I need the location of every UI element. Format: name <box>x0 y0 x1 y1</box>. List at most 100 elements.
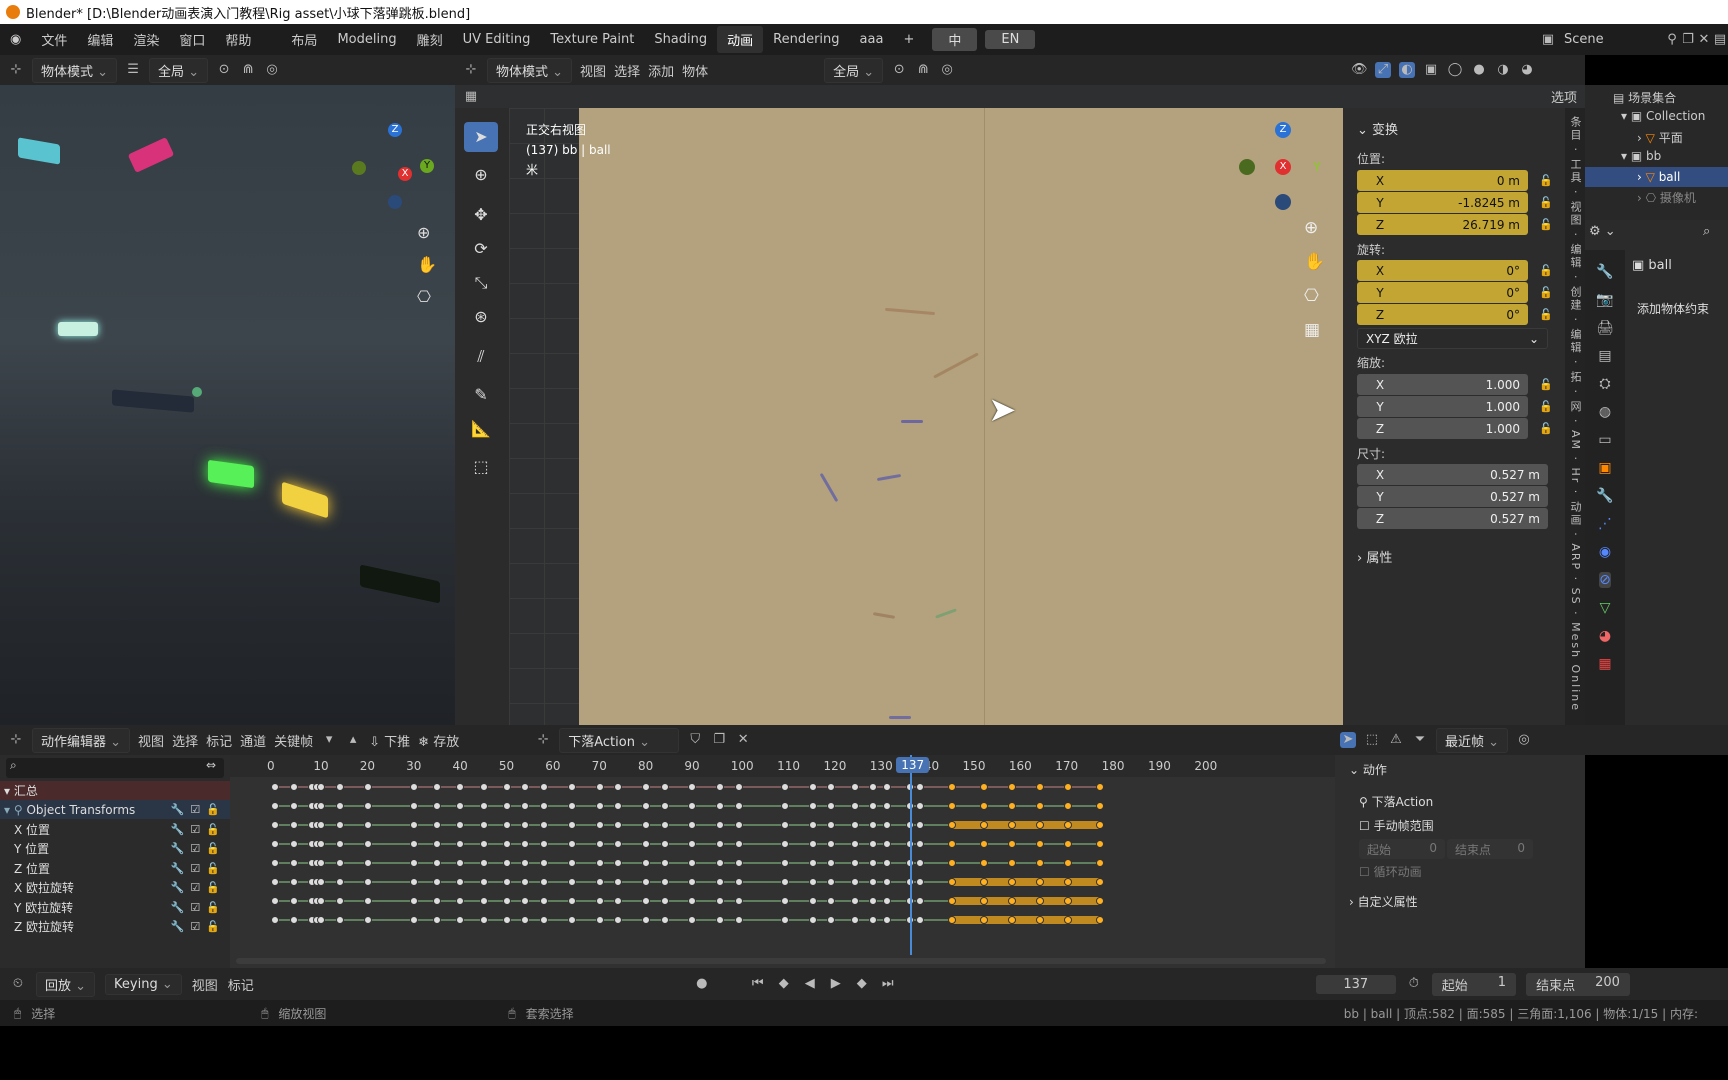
keyframe[interactable] <box>410 878 419 886</box>
keyframe[interactable] <box>521 802 530 810</box>
keyframe[interactable] <box>502 821 511 829</box>
keyframe[interactable] <box>869 859 878 867</box>
zoom-icon[interactable]: ⊕ <box>1304 218 1318 238</box>
camera-view-icon[interactable]: ⎔ <box>417 287 431 306</box>
keyframe[interactable] <box>915 859 924 867</box>
keyframe[interactable] <box>456 878 465 886</box>
lock-icon[interactable]: 🔓 <box>206 823 220 836</box>
keyframe[interactable] <box>410 859 419 867</box>
stash-button[interactable]: ❄ 存放 <box>418 731 459 750</box>
main-menu-add[interactable]: 添加 <box>648 61 674 80</box>
add-cube-tool-icon[interactable]: ⬚ <box>464 452 498 482</box>
only-selected-icon[interactable]: ➤ <box>1339 732 1356 748</box>
wrench-icon[interactable]: 🔧 <box>171 862 185 875</box>
keyframe[interactable] <box>433 821 442 829</box>
material-shading-icon[interactable]: ◑ <box>1495 62 1511 78</box>
keyframe[interactable] <box>595 840 604 848</box>
keyframe[interactable] <box>980 840 989 848</box>
tab-mesh-online[interactable]: Mesh Online <box>1569 622 1582 712</box>
lock-icon[interactable]: 🔓 <box>1539 286 1553 299</box>
keyframe[interactable] <box>688 783 697 791</box>
pin-icon[interactable]: ⚲ <box>1664 32 1680 48</box>
main-menu-view[interactable]: 视图 <box>580 61 606 80</box>
lang-zh-button[interactable]: 中 <box>932 28 978 51</box>
camera-view-icon[interactable]: ⎔ <box>1304 286 1319 306</box>
scale-y-field[interactable]: Y 1.000 <box>1357 396 1528 417</box>
dopesheet-mode-dropdown[interactable]: 动作编辑器 <box>32 727 131 753</box>
keyframe[interactable] <box>335 821 344 829</box>
pan-hand-icon[interactable]: ✋ <box>417 255 437 274</box>
keyframe[interactable] <box>808 916 817 924</box>
keyframe[interactable] <box>1036 840 1045 848</box>
playback-menu[interactable]: 回放 <box>36 971 96 997</box>
outliner-root[interactable]: ▤ 场景集合 <box>1613 89 1676 106</box>
keyframe[interactable] <box>539 878 548 886</box>
jump-end-icon[interactable]: ⏭ <box>880 976 896 992</box>
properties-editor-type-icon[interactable]: ⚙ ⌄ <box>1589 224 1616 239</box>
filter-icon[interactable]: ⏷ <box>1412 732 1428 748</box>
outliner-item-camera[interactable]: › ⎔ 摄像机 <box>1637 189 1696 206</box>
keyframe[interactable] <box>688 802 697 810</box>
gizmo-y-axis[interactable]: Y <box>1309 159 1325 175</box>
rotation-z-field[interactable]: Z 0° <box>1357 304 1528 325</box>
action-name-field[interactable]: 下落Action <box>559 727 680 753</box>
keyframe[interactable] <box>915 783 924 791</box>
transform-header[interactable]: ⌄ 变换 <box>1357 119 1398 138</box>
keyframe[interactable] <box>433 859 442 867</box>
view-layer-icon[interactable]: ▤ <box>1712 32 1728 48</box>
keyframe[interactable] <box>1063 783 1072 791</box>
keyframe[interactable] <box>641 916 650 924</box>
keyframe[interactable] <box>335 783 344 791</box>
main-3d-viewport[interactable]: 正交右视图 (137) bb | ball 米 ➤ Z X Y ⊕ ✋ ⎔ ▦ <box>509 108 1343 725</box>
tab-shading[interactable]: Shading <box>644 28 717 51</box>
outliner-item-bb[interactable]: ▾ ▣ bb <box>1621 149 1661 163</box>
transform-tool-icon[interactable]: ⊛ <box>464 302 498 332</box>
keyframe[interactable] <box>502 859 511 867</box>
menu-window[interactable]: 窗口 <box>169 30 215 49</box>
keyframe[interactable] <box>521 859 530 867</box>
tab-aaa[interactable]: aaa <box>850 28 894 51</box>
keyframe[interactable] <box>641 897 650 905</box>
keyframe[interactable] <box>948 783 956 791</box>
tab-tool[interactable]: 工具 <box>1569 159 1582 185</box>
keyframe[interactable] <box>456 783 465 791</box>
keyframe[interactable] <box>479 783 488 791</box>
keyframe[interactable] <box>317 916 326 924</box>
keyframe[interactable] <box>1008 840 1017 848</box>
keyframe[interactable] <box>456 802 465 810</box>
scale-tool-icon[interactable]: ⤡ <box>464 268 498 298</box>
keyframe[interactable] <box>363 802 372 810</box>
keyframe[interactable] <box>317 840 326 848</box>
keyframe[interactable] <box>539 783 548 791</box>
keyframe[interactable] <box>980 783 989 791</box>
keyframe[interactable] <box>869 802 878 810</box>
keyframe[interactable] <box>317 802 326 810</box>
keyframe[interactable] <box>614 783 623 791</box>
keyframe[interactable] <box>1063 840 1072 848</box>
keyframe[interactable] <box>567 916 576 924</box>
lock-icon[interactable]: 🔓 <box>1539 400 1553 413</box>
keyframe[interactable] <box>915 916 924 924</box>
channel-x-location[interactable]: X 位置 🔧 ☑ 🔓 <box>0 820 230 839</box>
keyframe[interactable] <box>614 878 623 886</box>
keyframe[interactable] <box>363 878 372 886</box>
keyframe[interactable] <box>869 783 878 791</box>
blender-menu-icon[interactable]: ◉ <box>0 32 31 47</box>
keyframe[interactable] <box>539 916 548 924</box>
play-icon[interactable]: ▶ <box>828 976 844 992</box>
keyframe[interactable] <box>271 802 279 810</box>
keyframe[interactable] <box>808 859 817 867</box>
keyframe[interactable] <box>410 802 419 810</box>
keyframe[interactable] <box>980 802 989 810</box>
keyframe[interactable] <box>781 802 790 810</box>
scene-tab-icon[interactable]: ⛭ <box>1599 376 1610 392</box>
keyframe[interactable] <box>948 821 956 829</box>
keyframe[interactable] <box>289 783 298 791</box>
gizmo-neg-y[interactable] <box>352 161 366 175</box>
texture-tab-icon[interactable]: ▦ <box>1598 656 1611 672</box>
keyframe[interactable] <box>479 916 488 924</box>
modifier-tab-icon[interactable]: 🔧 <box>1596 488 1613 504</box>
menu-file[interactable]: 文件 <box>31 30 77 49</box>
keyframe[interactable] <box>850 897 859 905</box>
lock-icon[interactable]: 🔓 <box>1539 378 1553 391</box>
